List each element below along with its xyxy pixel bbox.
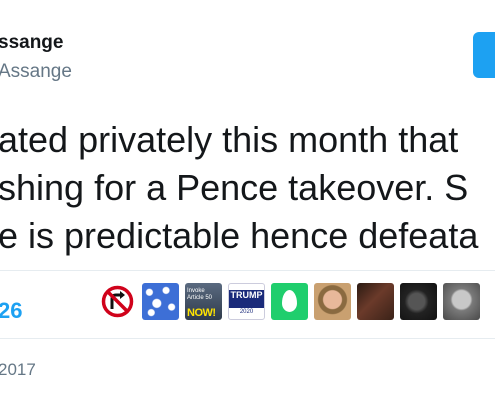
likes-count[interactable]: 26 xyxy=(0,298,22,324)
dark-portrait-avatar[interactable] xyxy=(400,283,437,320)
now-avatar-caption: NOW! xyxy=(187,307,216,319)
trump-avatar-year: 2020 xyxy=(239,309,254,315)
stats-divider-bottom xyxy=(0,338,495,339)
author-display-name[interactable]: ssange xyxy=(0,32,63,54)
tweet-text-line: e is predictable hence defeata xyxy=(0,215,479,256)
no-right-turn-sign-icon[interactable] xyxy=(99,283,136,320)
stats-divider-top xyxy=(0,270,495,271)
woman-portrait-avatar[interactable] xyxy=(314,283,351,320)
liker-avatar-list: Invoke Article 50 NOW! TRUMP 2020 xyxy=(99,283,480,320)
article-50-now-avatar[interactable]: Invoke Article 50 NOW! xyxy=(185,283,222,320)
follow-button[interactable] xyxy=(473,32,495,78)
default-egg-avatar[interactable] xyxy=(271,283,308,320)
trump-2020-avatar[interactable]: TRUMP 2020 xyxy=(228,283,265,320)
tweet-detail-view: ssange Assange ated privately this month… xyxy=(0,0,495,400)
egg-icon xyxy=(282,290,297,312)
trump-avatar-caption: TRUMP xyxy=(229,290,264,308)
man-portrait-avatar[interactable] xyxy=(443,283,480,320)
blue-bubbles-avatar[interactable] xyxy=(142,283,179,320)
tweet-text: ated privately this month that shing for… xyxy=(0,116,495,260)
tweet-text-line: shing for a Pence takeover. S xyxy=(0,167,469,208)
tweet-timestamp[interactable]: 2017 xyxy=(0,360,36,380)
tweet-text-line: ated privately this month that xyxy=(0,119,459,160)
group-photo-avatar[interactable] xyxy=(357,283,394,320)
author-handle[interactable]: Assange xyxy=(0,61,72,83)
article-50-avatar-caption: Invoke Article 50 xyxy=(187,288,213,301)
